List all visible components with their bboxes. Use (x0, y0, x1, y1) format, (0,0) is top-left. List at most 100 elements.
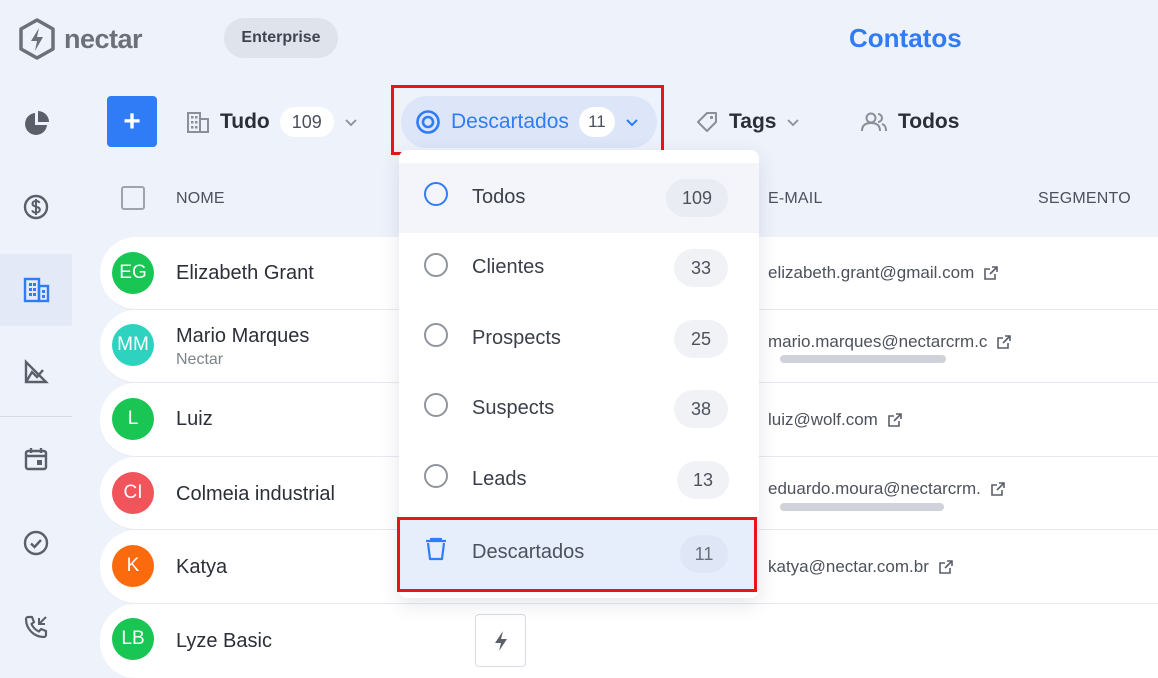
contact-name[interactable]: Colmeia industrial (176, 483, 335, 506)
scope-filter[interactable]: Tudo 109 (186, 96, 358, 148)
dropdown-item-label: Todos (472, 186, 526, 208)
external-link-icon[interactable] (888, 413, 902, 427)
contact-email[interactable]: luiz@wolf.com (768, 410, 902, 430)
tag-icon (697, 112, 717, 132)
brand-logo[interactable]: nectar (18, 18, 143, 60)
dropdown-item-clientes[interactable]: Clientes 33 (399, 234, 759, 304)
dropdown-item-count: 13 (677, 461, 729, 499)
dropdown-item-suspects[interactable]: Suspects 38 (399, 374, 759, 444)
radio-icon (424, 323, 448, 347)
brand-name: nectar (64, 23, 143, 54)
contact-name[interactable]: Elizabeth Grant (176, 262, 314, 285)
chevron-down-icon (626, 119, 638, 127)
dropdown-item-label: Descartados (472, 541, 585, 563)
status-filter-label: Descartados (451, 110, 569, 133)
email-text: eduardo.moura@nectarcrm. (768, 479, 981, 498)
dropdown-item-count: 11 (680, 535, 728, 573)
avatar: LB (112, 618, 154, 660)
contact-email[interactable]: katya@nectar.com.br (768, 557, 953, 577)
contact-name[interactable]: Katya (176, 556, 227, 579)
status-filter[interactable]: Descartados 11 (401, 96, 657, 148)
dropdown-item-descartados[interactable]: Descartados 11 (399, 517, 759, 591)
plan-badge: Enterprise (224, 18, 338, 58)
dropdown-item-count: 25 (674, 320, 728, 358)
column-header-name[interactable]: NOME (176, 190, 225, 208)
dropdown-item-leads[interactable]: Leads 13 (399, 445, 759, 515)
add-contact-button[interactable]: + (107, 96, 157, 147)
sidebar-item-dashboard[interactable] (0, 88, 72, 160)
chart-triangle-icon (24, 359, 49, 384)
owner-filter-label: Todos (898, 110, 960, 133)
avatar: EG (112, 252, 154, 294)
contact-name[interactable]: Mario Marques (176, 325, 309, 348)
chevron-down-icon (345, 119, 357, 127)
email-text: luiz@wolf.com (768, 410, 878, 429)
contact-email[interactable]: eduardo.moura@nectarcrm. (768, 479, 1005, 499)
contact-name[interactable]: Lyze Basic (176, 630, 272, 653)
external-link-icon[interactable] (939, 560, 953, 574)
select-all-checkbox[interactable] (121, 186, 145, 210)
column-header-segment[interactable]: SEGMENTO (1038, 190, 1131, 208)
loading-skeleton (780, 355, 946, 363)
phone-icon (24, 615, 48, 639)
owner-filter[interactable]: Todos (860, 96, 959, 148)
sidebar-item-reports[interactable] (0, 336, 72, 408)
status-dropdown-menu: Todos 109 Clientes 33 Prospects 25 Suspe… (399, 150, 759, 598)
scope-filter-count: 109 (279, 107, 334, 137)
calendar-icon (24, 448, 48, 471)
dropdown-item-label: Prospects (472, 327, 561, 349)
radio-icon (424, 464, 448, 488)
table-row[interactable]: LB Lyze Basic (100, 604, 1158, 678)
avatar: MM (112, 324, 154, 366)
status-filter-count: 11 (578, 107, 615, 137)
building-icon (23, 277, 50, 303)
contact-email[interactable]: mario.marques@nectarcrm.c (768, 332, 1012, 352)
contact-name[interactable]: Luiz (176, 408, 213, 431)
sidebar (0, 80, 72, 678)
status-circle-icon (416, 110, 440, 134)
external-link-icon[interactable] (997, 335, 1012, 349)
sidebar-item-calls[interactable] (0, 591, 72, 663)
email-text: elizabeth.grant@gmail.com (768, 263, 975, 282)
dropdown-item-count: 38 (674, 390, 728, 428)
chevron-down-icon (787, 119, 800, 127)
tags-filter-label: Tags (729, 110, 777, 133)
sidebar-item-finance[interactable] (0, 171, 72, 243)
scope-filter-label: Tudo (220, 110, 270, 133)
radio-icon (424, 393, 448, 417)
sidebar-item-tasks[interactable] (0, 507, 72, 579)
external-link-icon[interactable] (991, 482, 1005, 496)
nectar-logo-icon (19, 18, 55, 60)
page-title: Contatos (849, 23, 962, 53)
dollar-circle-icon (23, 194, 49, 220)
dropdown-item-label: Leads (472, 468, 527, 490)
email-text: mario.marques@nectarcrm.c (768, 332, 988, 351)
sidebar-item-calendar[interactable] (0, 423, 72, 495)
building-icon (187, 112, 209, 133)
avatar: L (112, 398, 154, 440)
dropdown-item-todos[interactable]: Todos 109 (399, 163, 759, 233)
pie-chart-icon (25, 111, 49, 135)
contact-email[interactable]: elizabeth.grant@gmail.com (768, 263, 999, 283)
sidebar-item-contacts[interactable] (0, 254, 72, 326)
dropdown-item-label: Clientes (472, 256, 545, 278)
lightning-icon (494, 630, 507, 651)
avatar: CI (112, 472, 154, 514)
avatar: K (112, 545, 154, 587)
dropdown-item-count: 109 (666, 179, 728, 217)
trash-icon (426, 537, 446, 561)
sidebar-divider (0, 416, 72, 417)
quick-action-button[interactable] (475, 614, 526, 667)
check-circle-icon (23, 530, 49, 556)
column-header-email[interactable]: E-MAIL (768, 190, 823, 208)
tags-filter[interactable]: Tags (695, 96, 800, 148)
contact-company: Nectar (176, 351, 224, 368)
radio-icon (424, 182, 448, 206)
dropdown-item-prospects[interactable]: Prospects 25 (399, 304, 759, 374)
dropdown-item-count: 33 (674, 249, 728, 287)
external-link-icon[interactable] (984, 266, 999, 280)
radio-icon (424, 253, 448, 277)
loading-skeleton (780, 503, 944, 511)
users-icon (861, 112, 887, 132)
dropdown-item-label: Suspects (472, 397, 555, 419)
